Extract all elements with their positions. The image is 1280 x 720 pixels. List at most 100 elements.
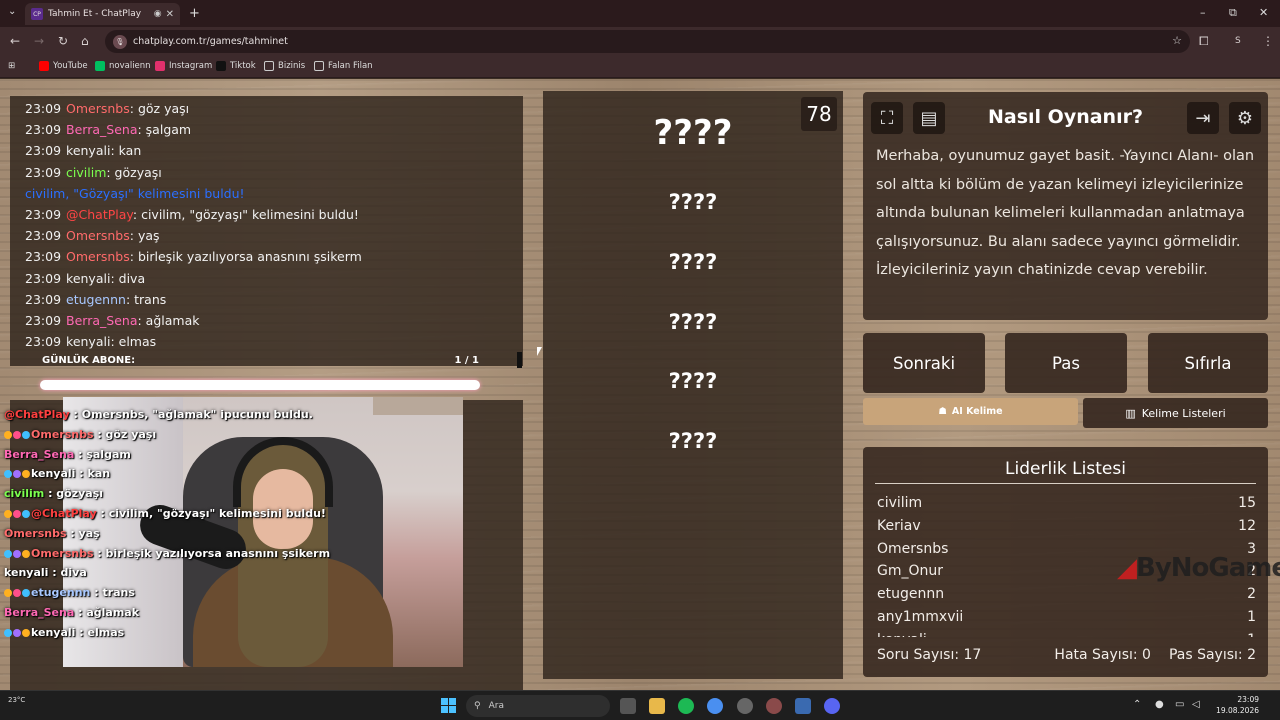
chat-badge-icon (22, 430, 30, 439)
chat-badge-icon (22, 628, 30, 637)
pass-button[interactable]: Pas (1005, 333, 1127, 393)
chat-badge-icon (4, 628, 12, 637)
player-name: kenyali (877, 629, 927, 637)
restore-icon[interactable]: ⧉ (1229, 6, 1237, 20)
fullscreen-icon[interactable]: ⛶ (871, 102, 903, 134)
leaderboard-row: civilim 15 (877, 492, 1256, 515)
address-bar[interactable]: 🎙 chatplay.com.tr/games/tahminet ☆ (105, 30, 1190, 53)
chat-username[interactable]: kenyali (66, 143, 110, 158)
tab-ai-word[interactable]: ☗ AI Kelime (863, 398, 1078, 425)
tab-list-icon[interactable]: ⌄ (8, 6, 16, 17)
navigation-bar: ← → ↻ ⌂ 🎙 chatplay.com.tr/games/tahminet… (0, 27, 1280, 56)
close-tab-icon[interactable]: ✕ (166, 9, 174, 20)
exit-icon[interactable]: ⇥ (1187, 102, 1219, 134)
home-icon[interactable]: ⌂ (81, 34, 89, 48)
notes-icon[interactable]: ▤ (913, 102, 945, 134)
discord-icon[interactable] (824, 698, 840, 714)
chat-username[interactable]: Berra_Sena (66, 313, 137, 328)
chat-username[interactable]: Omersnbs (66, 101, 130, 116)
player-score: 15 (1238, 495, 1256, 511)
menu-dots-icon[interactable]: ⋮ (1262, 34, 1274, 48)
chat-username[interactable]: Berra_Sena (66, 122, 137, 137)
chat-text: : ağlamak (137, 313, 200, 329)
apps-grid-icon[interactable]: ⊞ (8, 61, 15, 71)
novalienn-icon (95, 61, 105, 71)
overlay-chat-message: kenyali : diva (4, 563, 330, 583)
error-count: Hata Sayısı: 0 (1054, 647, 1151, 663)
chrome-icon[interactable] (707, 698, 723, 714)
player-name: Keriav (877, 517, 921, 534)
chat-username[interactable]: @ChatPlay (66, 207, 133, 222)
chat-username[interactable]: kenyali (66, 271, 110, 286)
chat-scrollbar[interactable] (517, 352, 522, 368)
obs-icon[interactable] (737, 698, 753, 714)
windows-taskbar: 23°C ⚲ Ara ⌃ ● ▭ ◁ 23:09 19.08.2026 (0, 690, 1280, 720)
next-button[interactable]: Sonraki (863, 333, 985, 393)
new-tab-icon[interactable]: + (189, 6, 200, 21)
forbidden-word: ???? (668, 429, 718, 453)
overlay-chat-message: etugennn : trans (4, 583, 330, 603)
microphone-tray-icon[interactable]: ● (1155, 699, 1164, 710)
reload-icon[interactable]: ↻ (58, 34, 68, 48)
overlay-chat-message: Omersnbs : birleşik yazılıyorsa anasnını… (4, 544, 330, 564)
bookmark-novalienn[interactable]: novalienn (95, 61, 151, 71)
taskbar-search[interactable]: ⚲ Ara (466, 695, 610, 717)
bookmark-folder-falan-filan[interactable]: Falan Filan (314, 61, 373, 71)
file-explorer-icon[interactable] (649, 698, 665, 714)
overlay-text: : şalgam (74, 447, 131, 461)
chat-message: 23:09 kenyali: elmas (25, 334, 157, 350)
player-name: Gm_Onur (877, 563, 944, 580)
settings-gear-icon[interactable]: ⚙ (1229, 102, 1261, 134)
reset-button[interactable]: Sıfırla (1148, 333, 1268, 393)
bookmark-tiktok[interactable]: Tiktok (216, 61, 256, 71)
overlay-username: Berra_Sena (4, 447, 75, 461)
site-info-icon[interactable]: 🎙 (113, 34, 127, 49)
overlay-username: kenyali (31, 467, 76, 481)
leaderboard-row: Keriav 12 (877, 515, 1256, 538)
chat-username[interactable]: kenyali (66, 334, 110, 349)
forbidden-word: ???? (668, 310, 718, 334)
clock[interactable]: 23:09 19.08.2026 (1209, 694, 1259, 716)
minimize-icon[interactable]: – (1200, 6, 1206, 19)
overlay-text: : elmas (75, 625, 125, 639)
tray-overflow-icon[interactable]: ⌃ (1133, 699, 1141, 710)
bookmark-youtube[interactable]: YouTube (39, 61, 88, 71)
overlay-username: kenyali (31, 625, 76, 639)
chat-username[interactable]: etugennn (66, 292, 126, 307)
start-button[interactable] (441, 698, 456, 713)
chat-text: : civilim, "gözyaşı" kelimesini buldu! (132, 207, 359, 223)
network-icon[interactable]: ▭ (1175, 699, 1184, 710)
bookmark-star-icon[interactable]: ☆ (1172, 34, 1182, 47)
mouse-cursor-icon (537, 347, 542, 356)
weather-widget[interactable]: 23°C (8, 696, 25, 704)
instagram-icon (155, 61, 165, 71)
leaderboard-row: etugennn 2 (877, 583, 1256, 606)
profile-avatar[interactable]: S (1235, 36, 1241, 46)
overlay-chat-message: @ChatPlay : Omersnbs, "ağlamak" ipucunu … (4, 405, 330, 425)
app-icon[interactable] (795, 698, 811, 714)
forward-icon[interactable]: → (34, 34, 44, 48)
chat-badge-icon (22, 509, 30, 518)
pass-count: Pas Sayısı: 2 (1168, 647, 1256, 663)
chat-username[interactable]: Omersnbs (66, 228, 130, 243)
tab-word-lists[interactable]: ▥ Kelime Listeleri (1083, 398, 1268, 428)
chrome-profile-icon[interactable] (766, 698, 782, 714)
overlay-username: kenyali (4, 566, 49, 580)
chat-username[interactable]: civilim (66, 165, 106, 180)
close-window-icon[interactable]: ✕ (1259, 6, 1268, 19)
bookmark-folder-bizinis[interactable]: Bizinis (264, 61, 305, 71)
browser-tab[interactable]: CP Tahmin Et - ChatPlay ◉ ✕ (25, 3, 180, 25)
bookmark-instagram[interactable]: Instagram (155, 61, 212, 71)
volume-icon[interactable]: ◁ (1192, 699, 1200, 710)
chat-username[interactable]: Omersnbs (66, 249, 130, 264)
tiktok-icon (216, 61, 226, 71)
spotify-icon[interactable] (678, 698, 694, 714)
chat-username[interactable]: civilim, "Gözyaşı" kelimesini buldu! (25, 186, 245, 201)
chat-badge-icon (22, 589, 30, 598)
task-view-icon[interactable] (620, 698, 636, 714)
back-icon[interactable]: ← (10, 34, 20, 48)
extensions-icon[interactable]: ⧠ (1199, 34, 1209, 49)
stats-footer: Soru Sayısı: 17 Hata Sayısı: 0 Pas Sayıs… (877, 647, 1256, 663)
leaderboard-row: any1mmxvii 1 (877, 606, 1256, 629)
chat-badge-icon (13, 549, 21, 558)
